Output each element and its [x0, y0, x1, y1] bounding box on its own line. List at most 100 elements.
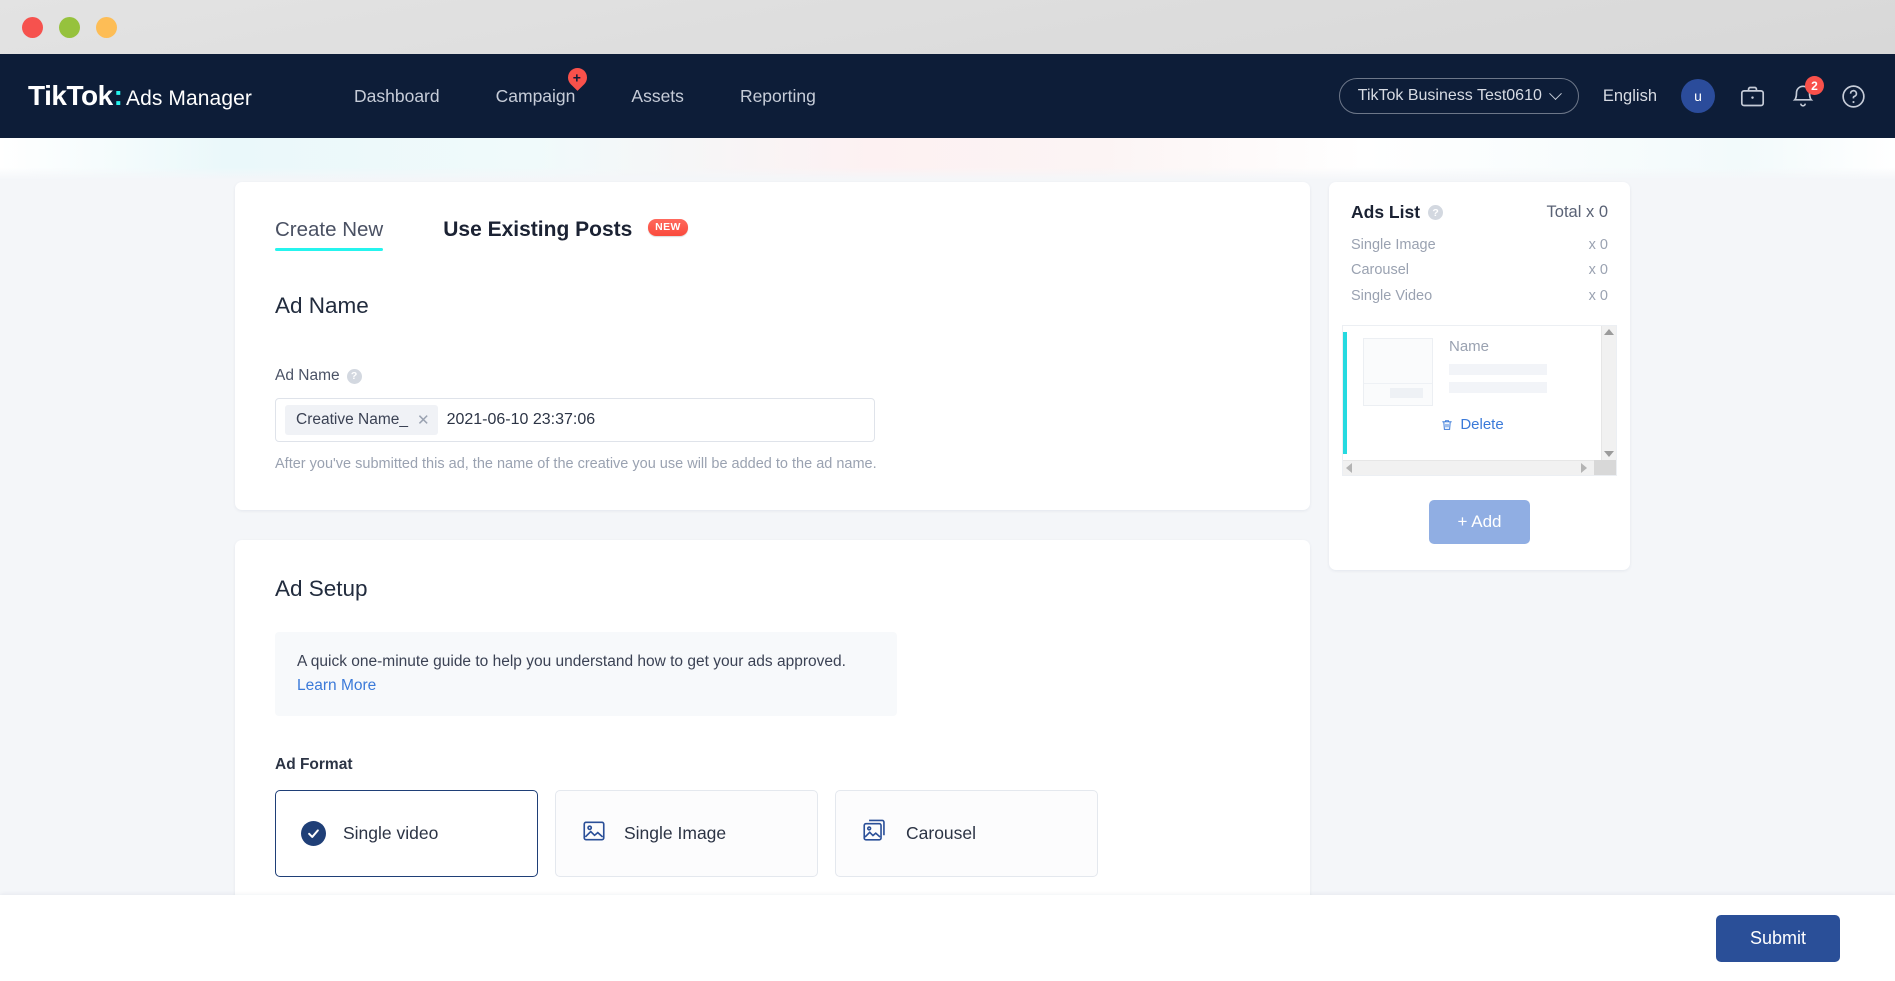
- chevron-down-icon: [1549, 86, 1562, 100]
- creative-name-chip[interactable]: Creative Name_ ✕: [285, 405, 438, 435]
- scroll-up-arrow-icon[interactable]: [1604, 329, 1614, 336]
- window-title-bar: [0, 0, 1895, 54]
- format-option-single-image[interactable]: Single Image: [555, 790, 818, 878]
- ad-format-label: Ad Format: [275, 756, 353, 774]
- add-ad-row: + Add: [1329, 476, 1630, 570]
- ad-name-value: 2021-06-10 23:37:06: [446, 411, 596, 428]
- primary-nav: Dashboard Campaign + Assets Reporting: [326, 63, 844, 107]
- ad-name-hint: After you've submitted this ad, the name…: [275, 456, 877, 472]
- chip-remove-icon[interactable]: ✕: [417, 413, 430, 428]
- ad-setup-title: Ad Setup: [275, 576, 368, 601]
- nav-label: Reporting: [739, 85, 816, 106]
- count-row-single-image: Single Image x 0: [1351, 233, 1608, 258]
- close-window-button[interactable]: [22, 16, 43, 38]
- app-logo[interactable]: TikTok : Ads Manager: [28, 80, 252, 112]
- avatar[interactable]: u: [1681, 79, 1715, 113]
- format-label: Carousel: [906, 823, 977, 844]
- ad-name-input[interactable]: Creative Name_ ✕ 2021-06-10 23:37:06: [275, 398, 875, 442]
- ads-list-title-text: Ads List: [1351, 202, 1421, 222]
- tab-label: Use Existing Posts: [443, 218, 633, 241]
- learn-more-link[interactable]: Learn More: [297, 677, 376, 694]
- ads-list-items: Name Delete: [1343, 326, 1616, 461]
- minimize-window-button[interactable]: [96, 16, 117, 38]
- skeleton-line: [1449, 364, 1547, 376]
- campaign-badge-label: +: [573, 68, 582, 85]
- ad-thumbnail-placeholder: [1363, 338, 1433, 407]
- thumb-divider: [1364, 383, 1432, 385]
- format-option-single-video[interactable]: Single video: [275, 790, 538, 878]
- nav-item-dashboard[interactable]: Dashboard: [326, 86, 468, 107]
- single-image-icon: [581, 818, 607, 849]
- format-label: Single video: [343, 823, 439, 844]
- nav-item-campaign[interactable]: Campaign +: [468, 63, 604, 107]
- logo-tiktok-text: TikTok: [28, 80, 113, 111]
- horizontal-scroll-thumb[interactable]: [1594, 460, 1616, 476]
- ad-name-card: Create New Use Existing Posts NEW Ad Nam…: [235, 182, 1310, 510]
- logo-subtitle: Ads Manager: [125, 87, 252, 110]
- ad-name-help-icon[interactable]: ?: [346, 368, 362, 384]
- format-option-carousel[interactable]: Carousel: [835, 790, 1098, 878]
- bell-icon[interactable]: 2: [1790, 76, 1824, 109]
- count-row-carousel: Carousel x 0: [1351, 258, 1608, 283]
- nav-item-assets[interactable]: Assets: [603, 86, 712, 107]
- maximize-window-button[interactable]: [59, 16, 80, 38]
- create-mode-tabs: Create New Use Existing Posts NEW: [275, 218, 1270, 251]
- help-icon[interactable]: [1840, 83, 1867, 110]
- check-circle-icon: [301, 821, 326, 847]
- new-badge: NEW: [648, 219, 688, 236]
- side-column: Ads List ? Total x 0 Single Image x 0 Ca…: [1329, 182, 1630, 571]
- selected-indicator: [1343, 332, 1347, 455]
- briefcase-icon[interactable]: [1739, 83, 1766, 110]
- skeleton-line: [1449, 382, 1547, 394]
- ads-list-panel: Ads List ? Total x 0 Single Image x 0 Ca…: [1329, 182, 1630, 571]
- navbar-right-cluster: TikTok Business Test0610 English u 2: [1338, 76, 1895, 114]
- count-value: x 0: [1588, 287, 1608, 304]
- thumb-skeleton-bar: [1389, 388, 1423, 399]
- ads-list-horizontal-scrollbar[interactable]: [1343, 460, 1616, 476]
- count-label: Single Image: [1351, 237, 1436, 253]
- footer-action-bar: Submit: [0, 895, 1895, 981]
- account-name: TikTok Business Test0610: [1357, 87, 1542, 104]
- ad-item-meta: Name: [1449, 338, 1547, 406]
- nav-label: Campaign: [495, 85, 576, 106]
- language-selector[interactable]: English: [1603, 87, 1657, 106]
- ad-item-body: Name: [1343, 338, 1601, 407]
- ads-list-help-icon[interactable]: ?: [1428, 205, 1444, 220]
- scroll-down-arrow-icon[interactable]: [1604, 451, 1614, 458]
- language-label: English: [1602, 86, 1657, 105]
- ads-list-scroll-region: Name Delete: [1342, 325, 1617, 477]
- tab-use-existing-posts[interactable]: Use Existing Posts NEW: [443, 218, 688, 251]
- ads-list-header: Ads List ? Total x 0: [1329, 182, 1630, 223]
- list-item[interactable]: Name Delete: [1343, 326, 1601, 460]
- nav-label: Dashboard: [354, 85, 440, 106]
- page-body: Create New Use Existing Posts NEW Ad Nam…: [0, 138, 1895, 981]
- ad-item-name: Name: [1449, 338, 1490, 356]
- ads-list-title: Ads List ?: [1351, 202, 1444, 223]
- format-label: Single Image: [624, 823, 727, 844]
- field-label-text: Ad Name: [275, 367, 340, 384]
- count-label: Single Video: [1351, 287, 1433, 304]
- notice-text: A quick one-minute guide to help you und…: [297, 653, 846, 670]
- count-label: Carousel: [1351, 262, 1410, 279]
- notification-count-badge: 2: [1805, 76, 1824, 95]
- logo-colon-icon: :: [113, 80, 123, 111]
- delete-ad-button[interactable]: Delete: [1343, 416, 1601, 433]
- decorative-gradient-band: [0, 138, 1895, 180]
- count-value: x 0: [1588, 262, 1608, 279]
- page-title: Ad Name: [275, 293, 369, 318]
- ad-name-field-label: Ad Name ?: [275, 367, 1270, 385]
- account-selector[interactable]: TikTok Business Test0610: [1338, 78, 1579, 114]
- ads-list-counts: Single Image x 0 Carousel x 0 Single Vid…: [1329, 223, 1630, 325]
- scroll-left-arrow-icon[interactable]: [1346, 463, 1352, 474]
- tab-create-new[interactable]: Create New: [275, 218, 384, 251]
- submit-button[interactable]: Submit: [1715, 914, 1840, 962]
- scroll-right-arrow-icon[interactable]: [1581, 463, 1587, 474]
- nav-item-reporting[interactable]: Reporting: [712, 86, 844, 107]
- chip-label: Creative Name_: [296, 411, 408, 428]
- top-navbar: TikTok : Ads Manager Dashboard Campaign …: [0, 54, 1895, 138]
- count-value: x 0: [1588, 237, 1608, 253]
- ads-list-vertical-scrollbar[interactable]: [1601, 326, 1616, 461]
- main-column: Create New Use Existing Posts NEW Ad Nam…: [235, 182, 1310, 960]
- ad-format-options: Single video Single Image Carousel: [275, 790, 1270, 878]
- add-ad-button[interactable]: + Add: [1428, 500, 1531, 545]
